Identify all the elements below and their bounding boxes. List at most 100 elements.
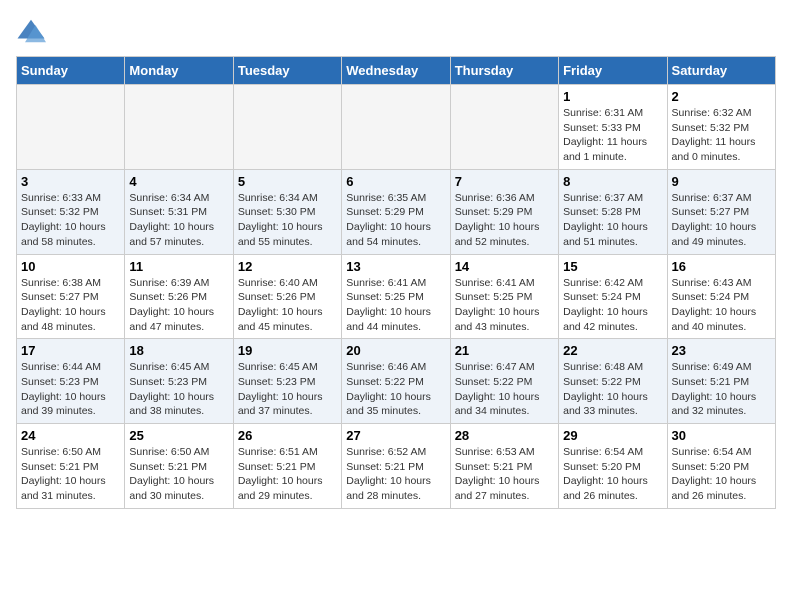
day-number: 15 — [563, 259, 662, 274]
day-number: 21 — [455, 343, 554, 358]
calendar-cell: 9Sunrise: 6:37 AM Sunset: 5:27 PM Daylig… — [667, 169, 775, 254]
day-number: 8 — [563, 174, 662, 189]
calendar-cell: 29 Sunrise: 6:54 AM Sunset: 5:20 PM Dayli… — [559, 424, 667, 509]
day-number: 14 — [455, 259, 554, 274]
cell-info: Sunrise: 6:35 AM Sunset: 5:29 PM Dayligh… — [346, 191, 445, 250]
cell-info: Sunrise: 6:36 AM Sunset: 5:29 PM Dayligh… — [455, 191, 554, 250]
day-number: 28 — [455, 428, 554, 443]
calendar-cell — [125, 85, 233, 170]
cell-info: Sunrise: 6:32 AM Sunset: 5:32 PM Dayligh… — [672, 106, 771, 165]
calendar-cell: 8 Sunrise: 6:37 AM Sunset: 5:28 PM Daylig… — [559, 169, 667, 254]
day-number: 25 — [129, 428, 228, 443]
calendar-cell: 4Sunrise: 6:34 AM Sunset: 5:31 PM Daylig… — [125, 169, 233, 254]
day-number: 19 — [238, 343, 337, 358]
calendar-cell: 12 Sunrise: 6:40 AM Sunset: 5:26 PM Dayli… — [233, 254, 341, 339]
calendar-week-5: 24 Sunrise: 6:50 AM Sunset: 5:21 PM Dayli… — [17, 424, 776, 509]
calendar-cell: 23 Sunrise: 6:49 AM Sunset: 5:21 PM Dayli… — [667, 339, 775, 424]
day-number: 16 — [672, 259, 771, 274]
calendar-cell: 6 Sunrise: 6:35 AM Sunset: 5:29 PM Daylig… — [342, 169, 450, 254]
day-header-tuesday: Tuesday — [233, 57, 341, 85]
calendar-table: SundayMondayTuesdayWednesdayThursdayFrid… — [16, 56, 776, 509]
cell-info: Sunrise: 6:33 AM Sunset: 5:32 PM Dayligh… — [21, 191, 120, 250]
calendar-cell: 10 Sunrise: 6:38 AM Sunset: 5:27 PM Dayli… — [17, 254, 125, 339]
cell-info: Sunrise: 6:50 AM Sunset: 5:21 PM Dayligh… — [21, 445, 120, 504]
calendar-cell: 19 Sunrise: 6:45 AM Sunset: 5:23 PM Dayli… — [233, 339, 341, 424]
cell-info: Sunrise: 6:46 AM Sunset: 5:22 PM Dayligh… — [346, 360, 445, 419]
day-header-monday: Monday — [125, 57, 233, 85]
day-number: 13 — [346, 259, 445, 274]
day-number: 17 — [21, 343, 120, 358]
day-number: 24 — [21, 428, 120, 443]
calendar-cell: 21 Sunrise: 6:47 AM Sunset: 5:22 PM Dayli… — [450, 339, 558, 424]
calendar-cell: 13Sunrise: 6:41 AM Sunset: 5:25 PM Dayli… — [342, 254, 450, 339]
cell-info: Sunrise: 6:38 AM Sunset: 5:27 PM Dayligh… — [21, 276, 120, 335]
cell-info: Sunrise: 6:31 AM Sunset: 5:33 PM Dayligh… — [563, 106, 662, 165]
calendar-cell: 1 Sunrise: 6:31 AM Sunset: 5:33 PM Daylig… — [559, 85, 667, 170]
calendar-cell: 16 Sunrise: 6:43 AM Sunset: 5:24 PM Dayli… — [667, 254, 775, 339]
cell-info: Sunrise: 6:42 AM Sunset: 5:24 PM Dayligh… — [563, 276, 662, 335]
calendar-header: SundayMondayTuesdayWednesdayThursdayFrid… — [17, 57, 776, 85]
calendar-cell: 11Sunrise: 6:39 AM Sunset: 5:26 PM Dayli… — [125, 254, 233, 339]
day-number: 2 — [672, 89, 771, 104]
cell-info: Sunrise: 6:49 AM Sunset: 5:21 PM Dayligh… — [672, 360, 771, 419]
day-number: 29 — [563, 428, 662, 443]
day-number: 18 — [129, 343, 228, 358]
calendar-cell: 26 Sunrise: 6:51 AM Sunset: 5:21 PM Dayli… — [233, 424, 341, 509]
cell-info: Sunrise: 6:50 AM Sunset: 5:21 PM Dayligh… — [129, 445, 228, 504]
calendar-cell — [450, 85, 558, 170]
calendar-cell: 15 Sunrise: 6:42 AM Sunset: 5:24 PM Dayli… — [559, 254, 667, 339]
day-number: 3 — [21, 174, 120, 189]
cell-info: Sunrise: 6:47 AM Sunset: 5:22 PM Dayligh… — [455, 360, 554, 419]
calendar-body: 1 Sunrise: 6:31 AM Sunset: 5:33 PM Daylig… — [17, 85, 776, 509]
day-header-friday: Friday — [559, 57, 667, 85]
day-number: 6 — [346, 174, 445, 189]
logo — [16, 16, 50, 46]
page-header — [16, 16, 776, 46]
calendar-cell: 27 Sunrise: 6:52 AM Sunset: 5:21 PM Dayli… — [342, 424, 450, 509]
cell-info: Sunrise: 6:54 AM Sunset: 5:20 PM Dayligh… — [563, 445, 662, 504]
calendar-week-3: 10 Sunrise: 6:38 AM Sunset: 5:27 PM Dayli… — [17, 254, 776, 339]
day-number: 4 — [129, 174, 228, 189]
day-number: 1 — [563, 89, 662, 104]
calendar-cell: 17 Sunrise: 6:44 AM Sunset: 5:23 PM Dayli… — [17, 339, 125, 424]
day-number: 5 — [238, 174, 337, 189]
calendar-week-2: 3 Sunrise: 6:33 AM Sunset: 5:32 PM Daylig… — [17, 169, 776, 254]
cell-info: Sunrise: 6:48 AM Sunset: 5:22 PM Dayligh… — [563, 360, 662, 419]
calendar-cell: 30 Sunrise: 6:54 AM Sunset: 5:20 PM Dayli… — [667, 424, 775, 509]
day-number: 20 — [346, 343, 445, 358]
day-header-wednesday: Wednesday — [342, 57, 450, 85]
calendar-cell: 18 Sunrise: 6:45 AM Sunset: 5:23 PM Dayli… — [125, 339, 233, 424]
cell-info: Sunrise: 6:51 AM Sunset: 5:21 PM Dayligh… — [238, 445, 337, 504]
calendar-cell: 25 Sunrise: 6:50 AM Sunset: 5:21 PM Dayli… — [125, 424, 233, 509]
day-number: 7 — [455, 174, 554, 189]
day-header-thursday: Thursday — [450, 57, 558, 85]
day-number: 30 — [672, 428, 771, 443]
calendar-cell: 14Sunrise: 6:41 AM Sunset: 5:25 PM Dayli… — [450, 254, 558, 339]
cell-info: Sunrise: 6:39 AM Sunset: 5:26 PM Dayligh… — [129, 276, 228, 335]
day-number: 27 — [346, 428, 445, 443]
calendar-cell: 22Sunrise: 6:48 AM Sunset: 5:22 PM Dayli… — [559, 339, 667, 424]
cell-info: Sunrise: 6:43 AM Sunset: 5:24 PM Dayligh… — [672, 276, 771, 335]
day-number: 12 — [238, 259, 337, 274]
cell-info: Sunrise: 6:44 AM Sunset: 5:23 PM Dayligh… — [21, 360, 120, 419]
day-number: 10 — [21, 259, 120, 274]
calendar-cell: 28 Sunrise: 6:53 AM Sunset: 5:21 PM Dayli… — [450, 424, 558, 509]
day-header-sunday: Sunday — [17, 57, 125, 85]
calendar-cell — [342, 85, 450, 170]
cell-info: Sunrise: 6:52 AM Sunset: 5:21 PM Dayligh… — [346, 445, 445, 504]
cell-info: Sunrise: 6:37 AM Sunset: 5:28 PM Dayligh… — [563, 191, 662, 250]
calendar-cell: 20 Sunrise: 6:46 AM Sunset: 5:22 PM Dayli… — [342, 339, 450, 424]
calendar-cell — [17, 85, 125, 170]
cell-info: Sunrise: 6:40 AM Sunset: 5:26 PM Dayligh… — [238, 276, 337, 335]
cell-info: Sunrise: 6:53 AM Sunset: 5:21 PM Dayligh… — [455, 445, 554, 504]
cell-info: Sunrise: 6:54 AM Sunset: 5:20 PM Dayligh… — [672, 445, 771, 504]
day-number: 9 — [672, 174, 771, 189]
calendar-cell: 5Sunrise: 6:34 AM Sunset: 5:30 PM Daylig… — [233, 169, 341, 254]
day-number: 23 — [672, 343, 771, 358]
calendar-week-4: 17 Sunrise: 6:44 AM Sunset: 5:23 PM Dayli… — [17, 339, 776, 424]
day-number: 26 — [238, 428, 337, 443]
cell-info: Sunrise: 6:45 AM Sunset: 5:23 PM Dayligh… — [238, 360, 337, 419]
calendar-cell: 2 Sunrise: 6:32 AM Sunset: 5:32 PM Daylig… — [667, 85, 775, 170]
calendar-week-1: 1 Sunrise: 6:31 AM Sunset: 5:33 PM Daylig… — [17, 85, 776, 170]
cell-info: Sunrise: 6:45 AM Sunset: 5:23 PM Dayligh… — [129, 360, 228, 419]
